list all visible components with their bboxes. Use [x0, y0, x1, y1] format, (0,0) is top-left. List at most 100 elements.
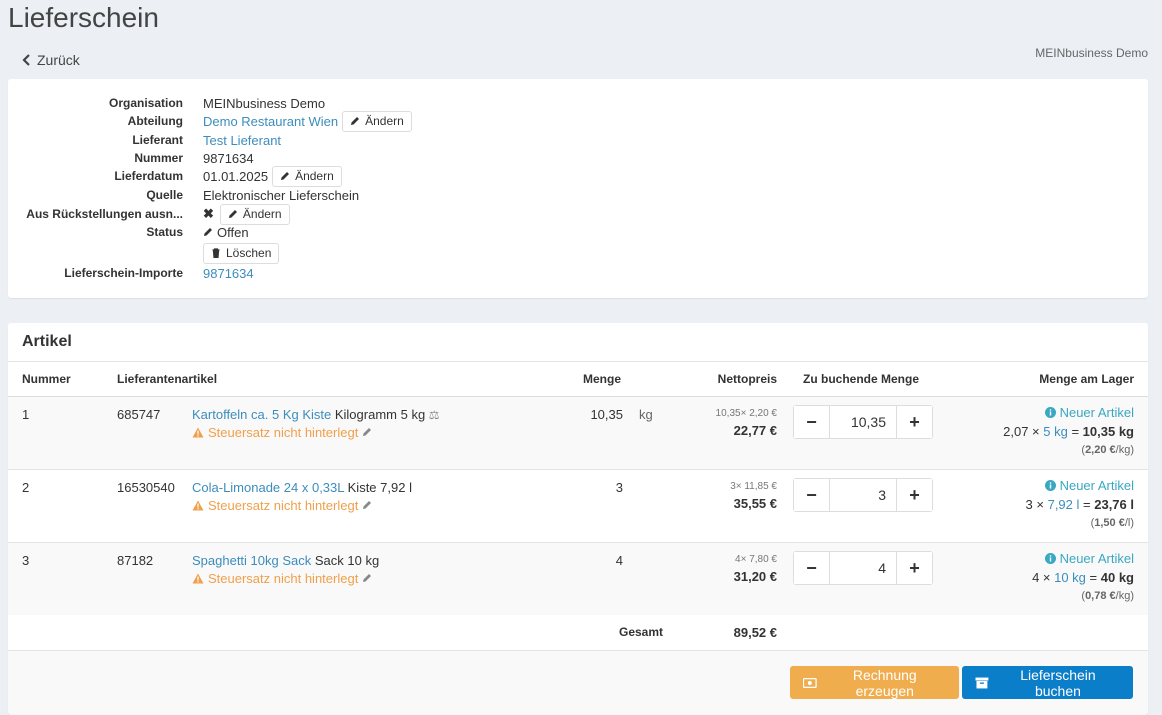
warning-icon [192, 427, 204, 438]
increment-button[interactable]: + [896, 479, 932, 511]
price-calc: 10,35× 2,20 € [715, 408, 777, 419]
stock-unit-link[interactable]: 10 kg [1054, 570, 1086, 585]
book-quantity-input[interactable] [830, 479, 896, 511]
price-cell: 10,35× 2,20 € 22,77 € [716, 408, 777, 438]
delivery-info-card: Organisation MEINbusiness Demo Abteilung… [8, 79, 1148, 298]
stock-calculation: 2,07 × 5 kg = 10,35 kg [1003, 424, 1134, 439]
pencil-icon [228, 210, 237, 218]
status-value: Offen [217, 224, 249, 240]
stock-total: 40 kg [1100, 570, 1134, 585]
importe-link[interactable]: 9871634 [203, 266, 254, 281]
price-total: 22,77 € [733, 423, 777, 438]
stock-total: 23,76 l [1094, 497, 1134, 512]
stock-unit-price: (2,20 €/kg) [1081, 444, 1134, 456]
product-desc: Kilogramm 5 kg [334, 407, 426, 422]
new-article-link[interactable]: Neuer Artikel [1003, 405, 1134, 420]
lieferant-link[interactable]: Test Lieferant [203, 133, 281, 148]
organisation-label: Organisation [108, 96, 183, 110]
new-article-link[interactable]: Neuer Artikel [1032, 551, 1134, 566]
info-row-rueckstellungen: Aus Rückstellungen ausn... ✖ Ändern [8, 203, 290, 225]
create-invoice-button[interactable]: Rechnung erzeugen [790, 666, 959, 699]
table-row: 2 16530540 Cola-Limonade 24 x 0,33L Kist… [8, 470, 1148, 543]
book-quantity-input[interactable] [830, 552, 896, 584]
lieferdatum-label: Lieferdatum [114, 169, 183, 183]
change-abteilung-button[interactable]: Ändern [342, 110, 412, 132]
stock-cell: Neuer Artikel 4 × 10 kg = 40 kg (0,78 €/… [1032, 551, 1134, 602]
stock-calculation: 4 × 10 kg = 40 kg [1032, 570, 1134, 585]
edit-tax-icon[interactable] [362, 571, 372, 586]
quantity: 10,35 [590, 407, 623, 422]
product-desc: Sack 10 kg [314, 553, 380, 568]
pencil-icon [281, 172, 290, 180]
delete-label: Löschen [226, 246, 272, 260]
edit-tax-icon[interactable] [362, 498, 372, 513]
th-zu-buchende-menge: Zu buchende Menge [803, 372, 920, 386]
pencil-icon [204, 228, 212, 236]
stock-unit-price: (1,50 €/l) [1090, 517, 1134, 529]
product-link[interactable]: Spaghetti 10kg Sack [192, 553, 311, 568]
chevron-left-icon [22, 54, 30, 66]
articles-header: Artikel [8, 323, 1148, 362]
supplier-number: 685747 [117, 407, 161, 422]
articles-title: Artikel [22, 333, 72, 350]
status-label: Status [146, 225, 183, 239]
tax-warning: Steuersatz nicht hinterlegt [192, 571, 379, 586]
product-link[interactable]: Cola-Limonade 24 x 0,33L [192, 480, 344, 495]
quantity-stepper: − + [793, 478, 933, 512]
stock-unit-link[interactable]: 7,92 l [1048, 497, 1080, 512]
stock-cell: Neuer Artikel 2,07 × 5 kg = 10,35 kg (2,… [1003, 405, 1134, 456]
book-delivery-button[interactable]: Lieferschein buchen [962, 666, 1133, 699]
trash-icon [212, 248, 220, 258]
decrement-button[interactable]: − [794, 552, 830, 584]
tax-warning: Steuersatz nicht hinterlegt [192, 425, 440, 440]
nummer-value: 9871634 [203, 150, 254, 166]
delete-button[interactable]: Löschen [203, 242, 280, 264]
info-row-abteilung: Abteilung Demo Restaurant Wien Ändern [8, 110, 412, 132]
warning-icon [192, 573, 204, 584]
back-label: Zurück [37, 52, 80, 68]
increment-button[interactable]: + [896, 552, 932, 584]
total-label: Gesamt [619, 625, 664, 639]
new-article-label: Neuer Artikel [1059, 405, 1134, 420]
quantity-stepper: − + [793, 405, 933, 439]
importe-label: Lieferschein-Importe [64, 266, 183, 280]
info-icon [1044, 553, 1056, 564]
edit-tax-icon[interactable] [362, 425, 372, 440]
articles-card: Artikel Nummer Lieferantenartikel Menge … [8, 323, 1148, 715]
price-total: 35,55 € [733, 496, 777, 511]
table-header: Nummer Lieferantenartikel Menge Nettopre… [8, 362, 1148, 397]
decrement-button[interactable]: − [794, 406, 830, 438]
archive-icon [975, 677, 989, 688]
info-row-lieferant: Lieferant Test Lieferant [8, 130, 281, 150]
quantity-stepper: − + [793, 551, 933, 585]
info-row-status: Status Offen [8, 222, 249, 242]
back-link[interactable]: Zurück [22, 52, 80, 68]
company-name: MEINbusiness Demo [1035, 46, 1148, 60]
th-nummer: Nummer [22, 372, 71, 386]
info-icon [1044, 407, 1056, 418]
quantity: 4 [615, 553, 623, 568]
product-link[interactable]: Kartoffeln ca. 5 Kg Kiste [192, 407, 331, 422]
product-desc: Kiste 7,92 l [347, 480, 412, 495]
quantity-unit: kg [639, 407, 653, 422]
book-quantity-input[interactable] [830, 406, 896, 438]
increment-button[interactable]: + [896, 406, 932, 438]
decrement-button[interactable]: − [794, 479, 830, 511]
change-label: Ändern [365, 114, 404, 128]
warning-text: Steuersatz nicht hinterlegt [208, 498, 359, 513]
new-article-link[interactable]: Neuer Artikel [1026, 478, 1134, 493]
info-row-lieferdatum: Lieferdatum 01.01.2025 Ändern [8, 165, 342, 187]
pencil-icon [363, 574, 372, 582]
abteilung-link[interactable]: Demo Restaurant Wien [203, 114, 338, 129]
change-lieferdatum-button[interactable]: Ändern [272, 165, 342, 187]
product-cell: Spaghetti 10kg Sack Sack 10 kg Steuersat… [192, 553, 379, 586]
table-row: 1 685747 Kartoffeln ca. 5 Kg Kiste Kilog… [8, 397, 1148, 470]
book-delivery-label: Lieferschein buchen [1020, 666, 1096, 699]
total-value: 89,52 € [733, 625, 777, 640]
quelle-label: Quelle [146, 188, 183, 202]
money-icon [803, 677, 817, 688]
row-number: 1 [22, 407, 30, 422]
tax-warning: Steuersatz nicht hinterlegt [192, 498, 412, 513]
stock-unit-link[interactable]: 5 kg [1043, 424, 1068, 439]
quantity: 3 [615, 480, 623, 495]
